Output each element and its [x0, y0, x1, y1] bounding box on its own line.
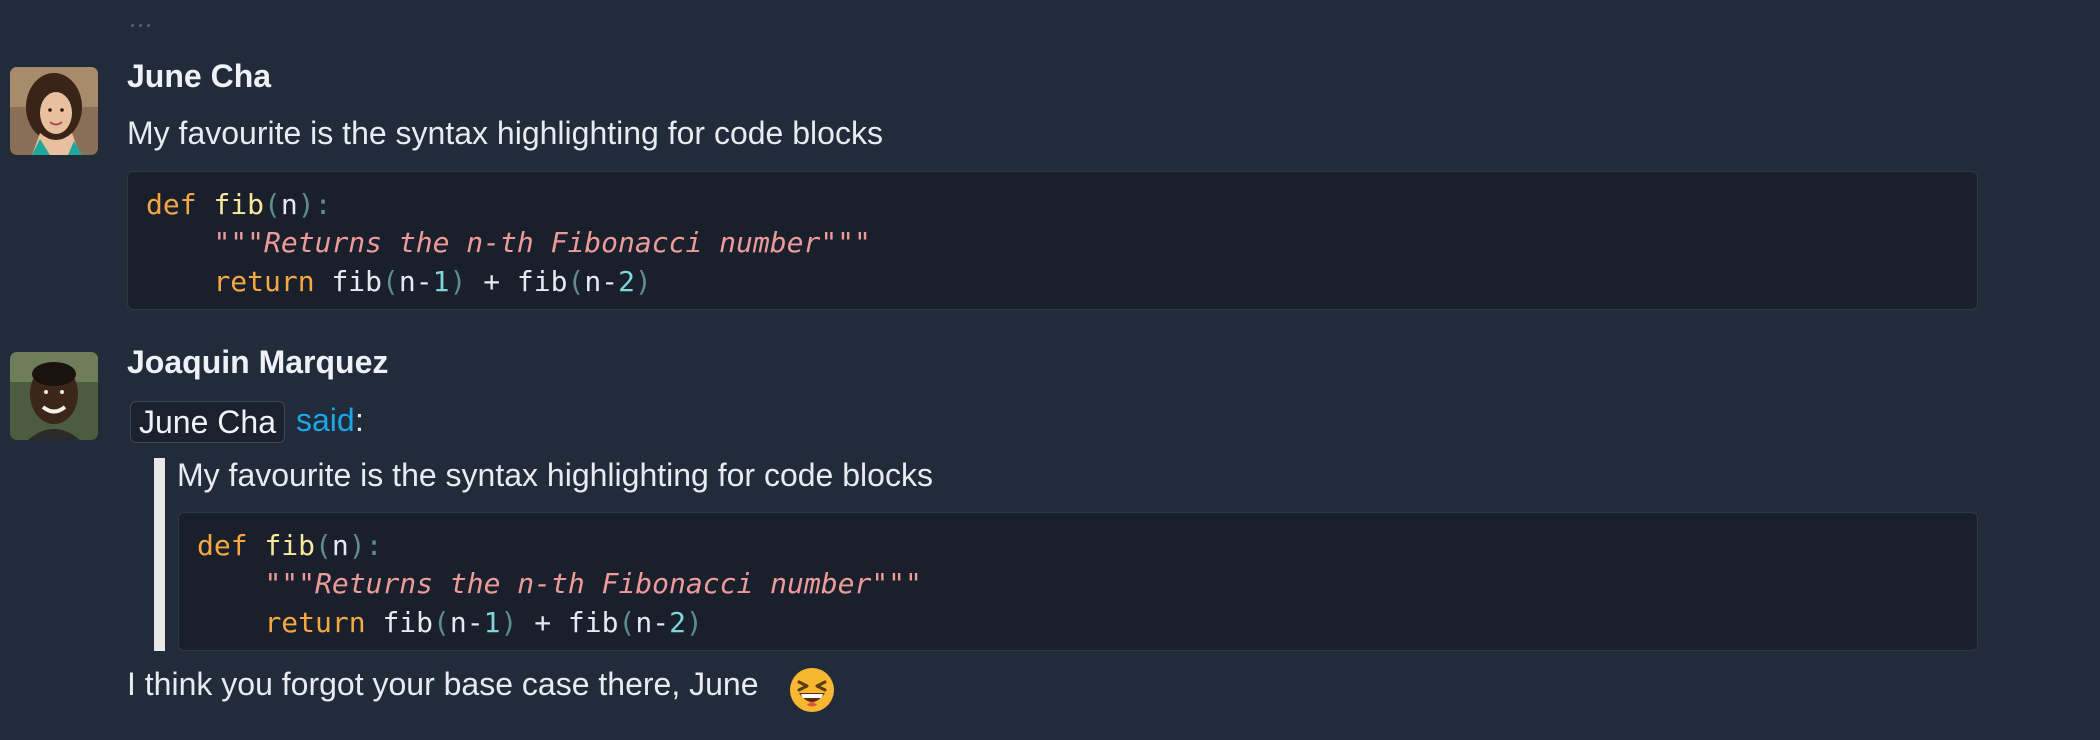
said-link[interactable]: said — [296, 402, 355, 439]
author-name[interactable]: Joaquin Marquez — [127, 344, 388, 381]
grinning-squinting-face-icon — [790, 668, 834, 712]
reply-text: I think you forgot your base case there,… — [127, 666, 759, 702]
code-line-1: def fib(n): — [197, 529, 383, 562]
mention-chip[interactable]: June Cha — [130, 401, 285, 443]
code-line-2: """Returns the n-th Fibonacci number""" — [264, 567, 922, 600]
message-joaquin-marquez: Joaquin Marquez June Cha said : My favou… — [0, 0, 2100, 740]
colon-text: : — [355, 402, 364, 438]
quote-bar — [154, 458, 165, 651]
code-line-3: return fib(n-1) + fib(n-2) — [264, 606, 703, 639]
quoted-code-block: def fib(n): """Returns the n-th Fibonacc… — [178, 512, 1978, 651]
quoted-text: My favourite is the syntax highlighting … — [177, 457, 933, 493]
avatar-joaquin-marquez[interactable] — [10, 352, 98, 440]
